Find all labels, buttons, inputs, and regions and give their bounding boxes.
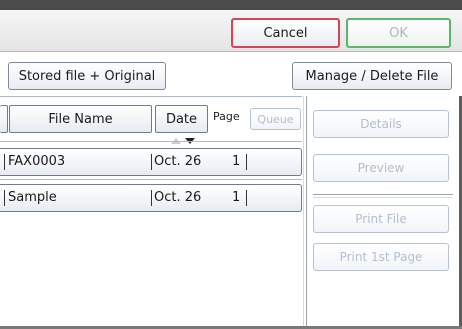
header-divider	[0, 141, 302, 142]
column-header-date-label: Date	[165, 111, 198, 127]
stored-file-original-button[interactable]: Stored file + Original	[8, 62, 166, 90]
column-header-date[interactable]: Date	[155, 105, 208, 133]
file-pages-cell: 1	[232, 154, 241, 169]
column-header-file-name-label: File Name	[48, 111, 113, 127]
file-name-cell: FAX0003	[8, 154, 66, 169]
print-file-button-label: Print File	[355, 212, 407, 226]
details-button[interactable]: Details	[313, 110, 449, 138]
row-divider	[0, 179, 302, 180]
cell-separator	[4, 154, 5, 170]
file-date-cell: Oct. 26	[154, 154, 202, 169]
cancel-button-label: Cancel	[263, 25, 308, 41]
file-date-cell: Oct. 26	[154, 190, 202, 205]
cancel-button[interactable]: Cancel	[231, 18, 340, 48]
preview-button[interactable]: Preview	[313, 154, 449, 182]
file-pages-cell: 1	[232, 190, 241, 205]
cell-separator	[151, 190, 152, 206]
cell-separator	[151, 154, 152, 170]
pane-divider	[306, 96, 307, 329]
preview-button-label: Preview	[357, 161, 405, 175]
ok-button-label: OK	[389, 25, 408, 41]
column-header-file-name[interactable]: File Name	[9, 105, 152, 133]
pane-divider-shadow	[303, 96, 304, 329]
list-top-divider	[0, 96, 302, 97]
column-header-page: Page	[213, 110, 240, 123]
cell-separator	[246, 190, 247, 206]
details-button-label: Details	[360, 117, 402, 131]
file-row[interactable]: Sample Oct. 26 1	[0, 184, 302, 212]
file-name-cell: Sample	[8, 190, 57, 205]
queue-button[interactable]: Queue	[250, 108, 301, 130]
side-actions-divider	[313, 194, 453, 195]
queue-button-label: Queue	[257, 112, 294, 126]
stored-file-original-label: Stored file + Original	[18, 68, 156, 84]
manage-delete-file-button[interactable]: Manage / Delete File	[292, 62, 452, 90]
print-first-page-button-label: Print 1st Page	[339, 250, 423, 264]
cell-separator	[4, 190, 5, 206]
column-header-select[interactable]	[0, 105, 8, 133]
manage-delete-file-label: Manage / Delete File	[305, 68, 439, 84]
side-actions-divider-shadow	[313, 197, 453, 198]
print-file-button[interactable]: Print File	[313, 205, 449, 233]
cell-separator	[246, 154, 247, 170]
title-bar	[0, 0, 462, 10]
ok-button[interactable]: OK	[346, 18, 451, 48]
print-first-page-button[interactable]: Print 1st Page	[313, 243, 449, 271]
file-row[interactable]: FAX0003 Oct. 26 1	[0, 148, 302, 176]
